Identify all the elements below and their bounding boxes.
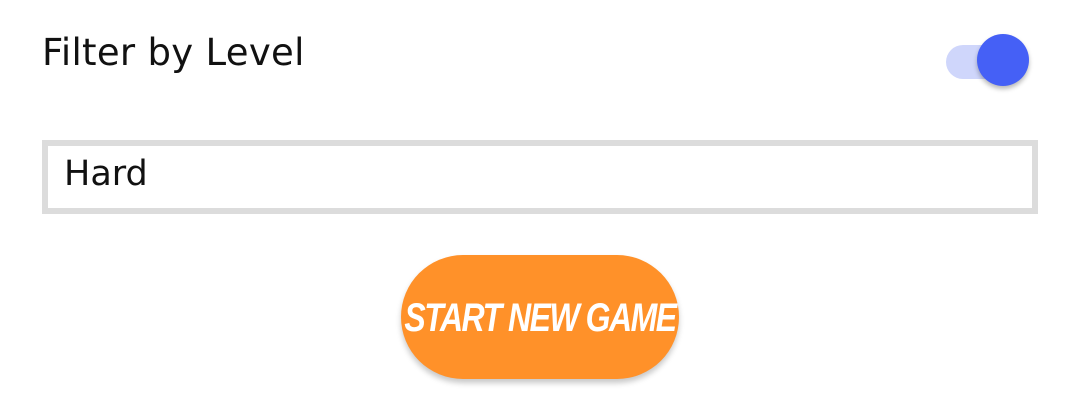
level-select-value: Hard (64, 154, 148, 194)
level-select[interactable]: Hard (42, 140, 1038, 214)
start-button-label: START NEW GAME (404, 294, 677, 340)
filter-label: Filter by Level (42, 31, 305, 74)
game-setup-screen: Filter by Level Hard START NEW GAME (0, 0, 1080, 412)
filter-row: Filter by Level (42, 30, 1032, 86)
toggle-thumb[interactable] (977, 34, 1029, 86)
start-new-game-button[interactable]: START NEW GAME (401, 255, 679, 379)
filter-toggle[interactable] (946, 34, 1030, 88)
